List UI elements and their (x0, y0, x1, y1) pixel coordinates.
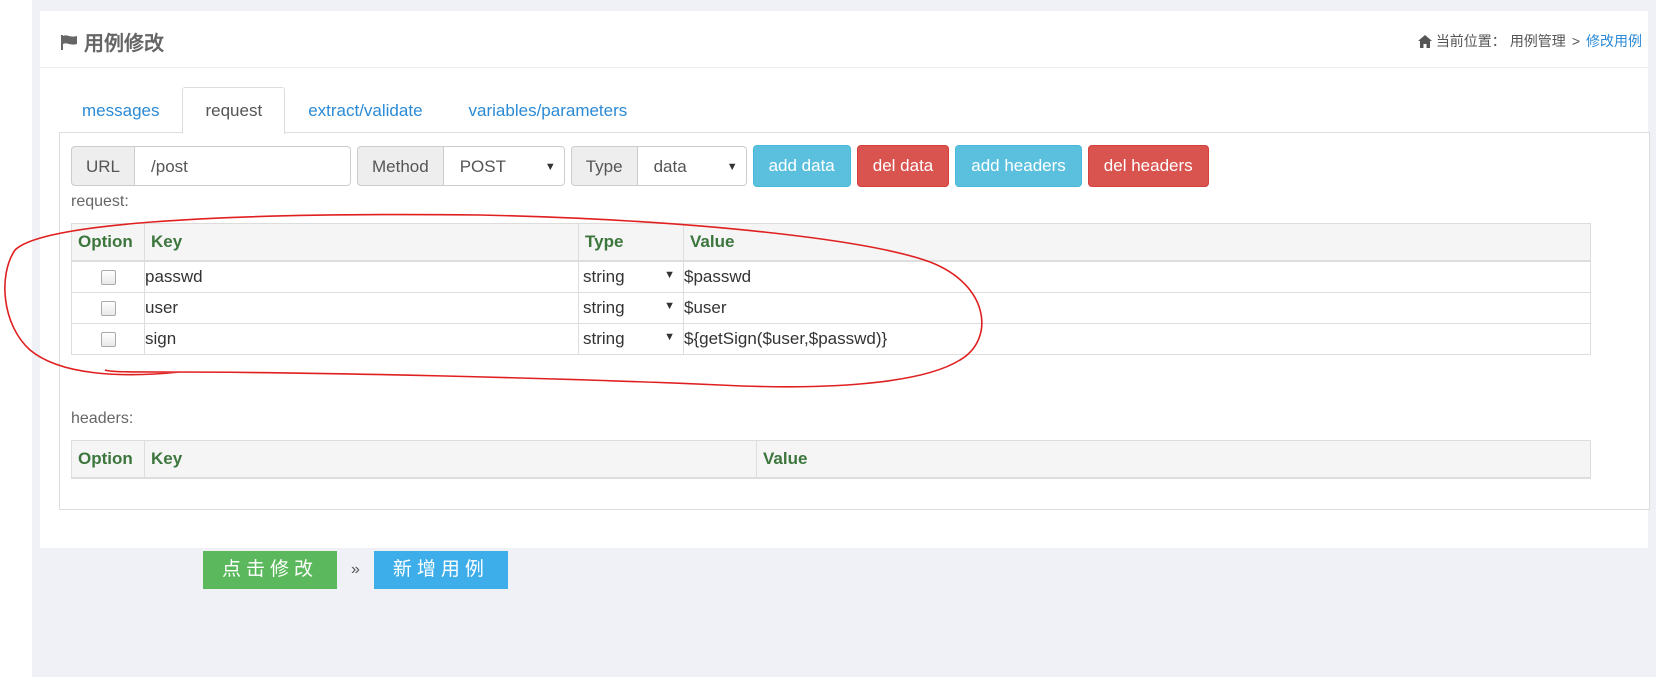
column-header-key: Key (144, 223, 579, 262)
column-header-key: Key (144, 440, 757, 479)
type-group: Type data ▼ (570, 146, 747, 186)
option-cell (71, 260, 145, 293)
breadcrumb: 当前位置： 用例管理 > 修改用例 (1417, 31, 1642, 51)
table-row: passwd string ▼ $passwd (71, 260, 1591, 293)
caret-down-icon: ▼ (726, 161, 738, 173)
tab-messages[interactable]: messages (59, 87, 182, 133)
submit-edit-button[interactable]: 点击修改 (203, 551, 338, 589)
row-checkbox[interactable] (100, 269, 116, 285)
headers-section-label: headers: (71, 410, 134, 427)
page-title: 用例修改 (60, 27, 164, 56)
option-cell (71, 323, 145, 355)
method-group: Method POST ▼ (357, 146, 565, 186)
separator-icon: » (351, 561, 360, 578)
url-input[interactable]: /post (135, 146, 352, 186)
tab-variables-parameters[interactable]: variables/parameters (446, 87, 651, 133)
request-section-label: request: (71, 193, 129, 210)
value-cell[interactable]: ${getSign($user,$passwd)} (683, 323, 1591, 355)
breadcrumb-separator: > (1571, 33, 1580, 49)
request-toolbar: URL /post Method POST ▼ Type data ▼ add … (71, 145, 1215, 187)
breadcrumb-prefix: 当前位置： (1435, 33, 1506, 49)
method-select[interactable]: POST ▼ (443, 146, 565, 186)
column-header-value: Value (683, 223, 1591, 262)
caret-down-icon: ▼ (544, 161, 556, 173)
method-label: Method (357, 146, 444, 186)
column-header-option: Option (71, 440, 145, 479)
table-header-row: Option Key Type Value (71, 223, 1591, 262)
option-cell (71, 292, 145, 324)
del-data-button[interactable]: del data (856, 145, 950, 187)
caret-down-icon: ▼ (664, 331, 675, 343)
key-cell[interactable]: sign (144, 323, 579, 355)
breadcrumb-current[interactable]: 修改用例 (1586, 31, 1642, 51)
type-select[interactable]: string ▼ (578, 323, 684, 355)
type-select[interactable]: string ▼ (578, 292, 684, 324)
key-cell[interactable]: user (144, 292, 579, 324)
type-select[interactable]: data ▼ (637, 146, 747, 186)
type-label: Type (570, 146, 638, 186)
type-value: string (583, 329, 625, 348)
caret-down-icon: ▼ (664, 269, 675, 281)
column-header-value: Value (756, 440, 1591, 479)
key-cell[interactable]: passwd (144, 260, 579, 293)
home-icon (1417, 34, 1432, 48)
url-group: URL /post (71, 146, 352, 186)
column-header-option: Option (71, 223, 145, 262)
panel-header: 用例修改 当前位置： 用例管理 > 修改用例 (40, 11, 1648, 68)
headers-table: Option Key Value (71, 440, 1591, 479)
table-row: user string ▼ $user (71, 292, 1591, 324)
method-select-value: POST (459, 157, 507, 176)
type-select[interactable]: string ▼ (578, 260, 684, 293)
del-headers-button[interactable]: del headers (1087, 145, 1209, 187)
column-header-type: Type (578, 223, 684, 262)
page-title-text: 用例修改 (84, 33, 164, 55)
action-bar: 点击修改 » 新增用例 (203, 551, 508, 589)
new-case-button[interactable]: 新增用例 (373, 551, 508, 589)
row-checkbox[interactable] (100, 300, 116, 316)
type-value: string (583, 267, 625, 286)
tab-request[interactable]: request (182, 87, 286, 134)
caret-down-icon: ▼ (664, 300, 675, 312)
table-header-row: Option Key Value (71, 440, 1591, 479)
flag-icon (61, 34, 77, 50)
tab-bar: messages request extract/validate variab… (59, 87, 651, 134)
type-select-value: data (653, 157, 687, 176)
breadcrumb-parent[interactable]: 用例管理 (1510, 31, 1566, 51)
table-row: sign string ▼ ${getSign($user,$passwd)} (71, 323, 1591, 355)
request-params-table: Option Key Type Value passwd string ▼ $pa… (71, 223, 1591, 355)
add-data-button[interactable]: add data (752, 145, 851, 187)
value-cell[interactable]: $user (683, 292, 1591, 324)
value-cell[interactable]: $passwd (683, 260, 1591, 293)
type-value: string (583, 298, 625, 317)
row-checkbox[interactable] (100, 331, 116, 347)
tab-extract-validate[interactable]: extract/validate (285, 87, 445, 133)
url-label: URL (71, 146, 136, 186)
add-headers-button[interactable]: add headers (955, 145, 1082, 187)
